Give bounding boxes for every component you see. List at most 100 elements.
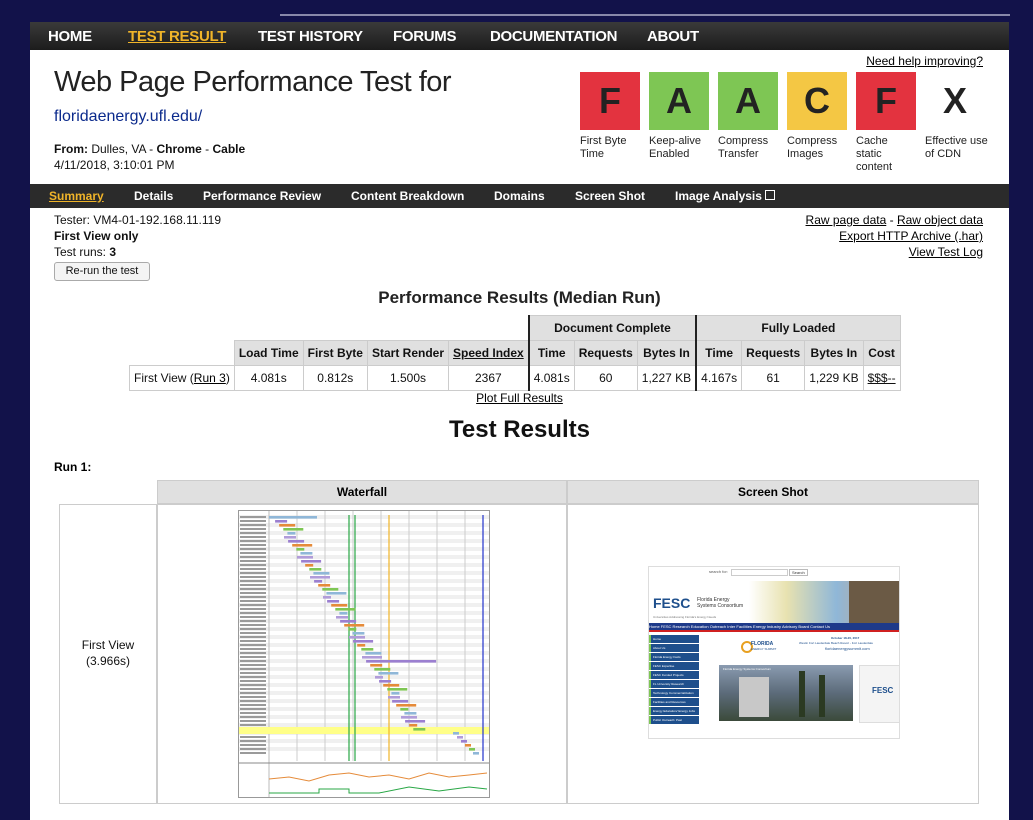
shot-tagline: Universities Addressing Florida's Energy… bbox=[653, 615, 717, 619]
shot-slide-tree bbox=[819, 675, 825, 717]
subnav-details[interactable]: Details bbox=[134, 189, 173, 203]
waterfall-row-label bbox=[240, 612, 266, 614]
waterfall-row-label bbox=[240, 548, 266, 550]
waterfall-bar bbox=[348, 628, 357, 631]
first-view-cell: First View (3.966s) bbox=[59, 504, 157, 804]
waterfall-row-label bbox=[240, 600, 266, 602]
nav-about[interactable]: ABOUT bbox=[647, 28, 699, 45]
waterfall-bar bbox=[409, 724, 418, 727]
grade-keep-alive[interactable]: A bbox=[649, 72, 709, 130]
waterfall-row bbox=[239, 523, 489, 527]
col-doc-bytes: Bytes In bbox=[636, 340, 697, 366]
waterfall-row-label bbox=[240, 684, 266, 686]
waterfall-bar bbox=[352, 632, 365, 635]
waterfall-image[interactable] bbox=[238, 510, 490, 798]
val-doc-bytes: 1,227 KB bbox=[636, 365, 697, 391]
shot-sidebar-item: Facilities and Resources bbox=[649, 698, 699, 706]
nav-test-history[interactable]: TEST HISTORY bbox=[258, 28, 363, 45]
val-doc-requests: 60 bbox=[573, 365, 638, 391]
subnav-content-breakdown[interactable]: Content Breakdown bbox=[351, 189, 464, 203]
waterfall-row bbox=[239, 595, 489, 599]
col-speed-index[interactable]: Speed Index bbox=[448, 340, 530, 366]
waterfall-row-label bbox=[240, 656, 266, 658]
waterfall-bar bbox=[310, 576, 330, 579]
view-test-log-link[interactable]: View Test Log bbox=[909, 245, 983, 259]
nav-documentation[interactable]: DOCUMENTATION bbox=[490, 28, 618, 45]
waterfall-bar bbox=[327, 600, 340, 603]
subnav-screen-shot[interactable]: Screen Shot bbox=[575, 189, 645, 203]
shot-sidebar-item: Public Outreach: Past bbox=[649, 716, 699, 724]
waterfall-row-label bbox=[240, 680, 266, 682]
waterfall-row-label bbox=[240, 700, 266, 702]
help-link[interactable]: Need help improving? bbox=[866, 54, 983, 68]
waterfall-row-label bbox=[240, 652, 266, 654]
waterfall-row-label bbox=[240, 692, 266, 694]
shot-sidebar-item: Florida Energy Facts bbox=[649, 653, 699, 661]
test-runs: Test runs: 3 bbox=[54, 245, 117, 259]
waterfall-row bbox=[239, 723, 489, 727]
nav-forums[interactable]: FORUMS bbox=[393, 28, 457, 45]
screenshot-image[interactable]: search for: Search FESC Florida Energy Sy… bbox=[648, 566, 900, 739]
nav-home[interactable]: HOME bbox=[48, 28, 92, 45]
waterfall-row bbox=[239, 739, 489, 743]
shot-org-name: Florida Energy Systems Consortium bbox=[697, 597, 744, 609]
waterfall-row-label bbox=[240, 604, 266, 606]
waterfall-row-label bbox=[240, 712, 266, 714]
run-3-link[interactable]: Run 3 bbox=[194, 371, 226, 385]
waterfall-row-label bbox=[240, 564, 266, 566]
subnav-performance-review[interactable]: Performance Review bbox=[203, 189, 321, 203]
shot-slide-photo: Florida Energy Systems Consortium bbox=[719, 665, 853, 721]
row-label: First View (Run 3) bbox=[129, 365, 235, 391]
waterfall-bar bbox=[322, 588, 339, 591]
waterfall-bar bbox=[297, 556, 313, 559]
waterfall-bar bbox=[336, 616, 348, 619]
test-location: From: Dulles, VA - Chrome - Cable bbox=[54, 142, 246, 156]
waterfall-row-label bbox=[240, 708, 266, 710]
subnav-domains[interactable]: Domains bbox=[494, 189, 545, 203]
shot-event-date: October 18-20, 2017 bbox=[831, 636, 860, 640]
grade-compress-transfer-label: Compress Transfer bbox=[718, 135, 769, 160]
waterfall-row bbox=[239, 547, 489, 551]
export-har-link[interactable]: Export HTTP Archive (.har) bbox=[839, 229, 983, 243]
shot-sidebar-item: About Us bbox=[649, 644, 699, 652]
val-cost[interactable]: $$$-- bbox=[862, 365, 901, 391]
plot-full-results-link[interactable]: Plot Full Results bbox=[30, 391, 1009, 405]
waterfall-row-label bbox=[240, 552, 266, 554]
val-first-byte: 0.812s bbox=[302, 365, 368, 391]
val-doc-time: 4.081s bbox=[527, 365, 575, 391]
raw-object-data-link[interactable]: Raw object data bbox=[897, 213, 983, 227]
waterfall-bar bbox=[331, 604, 348, 607]
grade-cache-static[interactable]: F bbox=[856, 72, 916, 130]
waterfall-bar bbox=[469, 748, 475, 751]
grade-compress-transfer[interactable]: A bbox=[718, 72, 778, 130]
waterfall-bar bbox=[400, 708, 409, 711]
table-row: First View (Run 3) 4.081s 0.812s 1.500s … bbox=[129, 365, 901, 391]
grade-cdn[interactable]: X bbox=[925, 72, 985, 130]
raw-page-data-link[interactable]: Raw page data bbox=[806, 213, 887, 227]
waterfall-row bbox=[239, 707, 489, 711]
rerun-button[interactable]: Re-run the test bbox=[54, 262, 150, 281]
tested-url[interactable]: floridaenergy.ufl.edu/ bbox=[54, 108, 202, 126]
waterfall-row-label bbox=[240, 736, 266, 738]
external-link-icon bbox=[765, 190, 776, 200]
waterfall-bar bbox=[362, 656, 382, 659]
grade-compress-images[interactable]: C bbox=[787, 72, 847, 130]
val-start-render: 1.500s bbox=[366, 365, 450, 391]
subnav-summary[interactable]: Summary bbox=[49, 189, 104, 203]
waterfall-row bbox=[239, 659, 489, 663]
waterfall-bar bbox=[401, 716, 417, 719]
subnav-image-analysis[interactable]: Image Analysis bbox=[675, 189, 776, 203]
waterfall-row-label bbox=[240, 616, 266, 618]
waterfall-row-label bbox=[240, 676, 266, 678]
grade-first-byte[interactable]: F bbox=[580, 72, 640, 130]
waterfall-row-label bbox=[240, 688, 266, 690]
waterfall-row-label bbox=[240, 724, 266, 726]
nav-test-result[interactable]: TEST RESULT bbox=[128, 28, 226, 45]
waterfall-row bbox=[239, 579, 489, 583]
col-cost: Cost bbox=[862, 340, 901, 366]
waterfall-row-label bbox=[240, 648, 266, 650]
waterfall-bar bbox=[288, 540, 305, 543]
shot-search-button: Search bbox=[789, 569, 808, 576]
waterfall-bar bbox=[404, 712, 417, 715]
val-full-time: 4.167s bbox=[695, 365, 743, 391]
